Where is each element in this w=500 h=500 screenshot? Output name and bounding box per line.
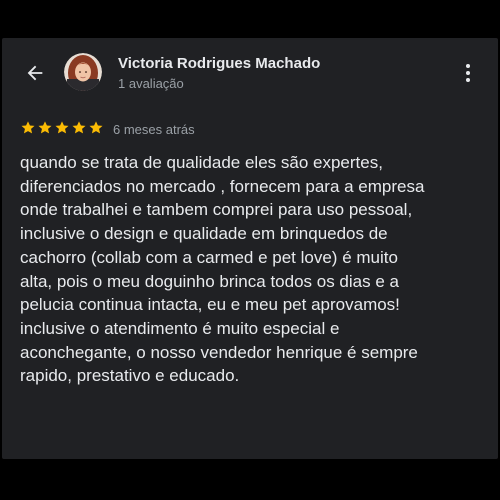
review-date: 6 meses atrás (113, 122, 195, 137)
review-text-line: rapido, prestativo e educado. (20, 366, 240, 386)
more-options-button[interactable] (458, 60, 478, 86)
star-icon (55, 121, 69, 134)
reviewer-name[interactable]: Victoria Rodrigues Machado (118, 55, 320, 72)
review-count: 1 avaliação (118, 76, 184, 91)
back-button[interactable] (22, 60, 48, 86)
review-text-line: inclusive o design e qualidade em brinqu… (20, 224, 388, 244)
review-text: quando se trata de qualidade eles são ex… (20, 151, 480, 388)
review-text-line: quando se trata de qualidade eles são ex… (20, 153, 383, 172)
review-text-line: alta, pois o meu doguinho brinca todos o… (20, 271, 399, 291)
review-text-line: inclusive o atendimento é muito especial… (20, 318, 340, 338)
more-vert-icon (466, 64, 470, 82)
star-icon (89, 121, 103, 134)
avatar[interactable] (64, 53, 102, 91)
star-icon (38, 121, 52, 134)
review-text-line: aconchegante, o nosso vendedor henrique … (20, 342, 418, 362)
star-rating (20, 120, 104, 136)
star-icon (72, 121, 86, 134)
review-text-line: onde trabalhei e tambem comprei para uso… (20, 200, 413, 220)
review-text-line: diferenciados no mercado , fornecem para… (20, 176, 425, 196)
review-text-line: cachorro (collab com a carmed e pet love… (20, 247, 398, 267)
arrow-left-icon (27, 65, 43, 81)
review-text-line: pelucia continua intacta, eu e meu pet a… (20, 295, 400, 315)
star-icon (21, 121, 35, 134)
